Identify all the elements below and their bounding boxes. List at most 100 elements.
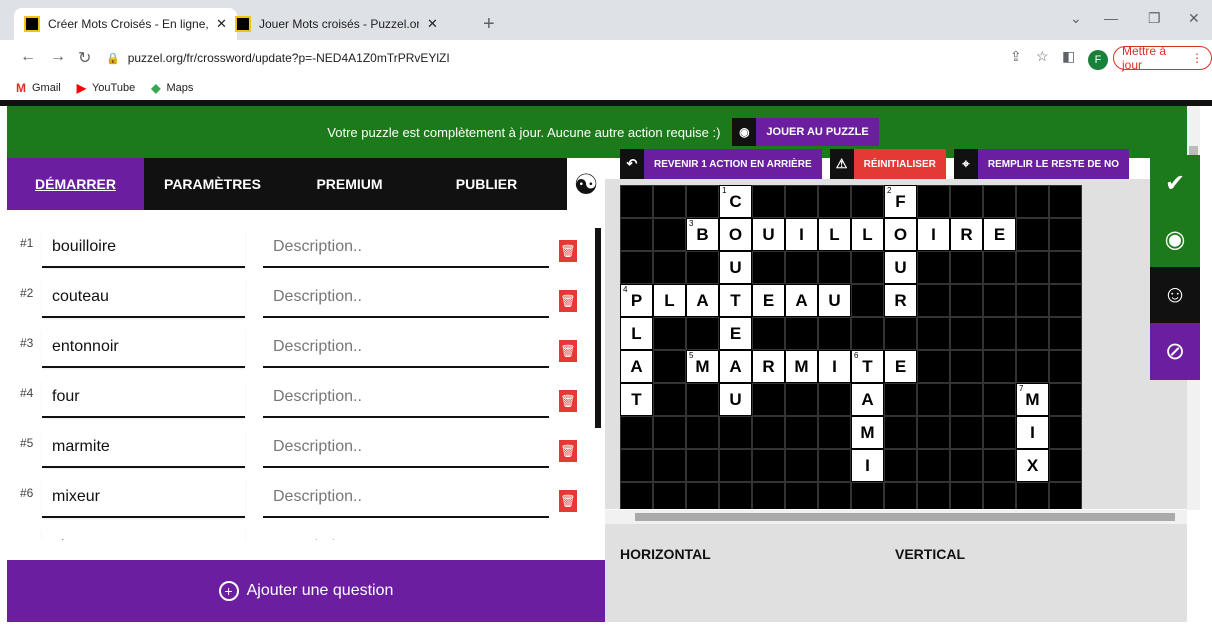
grid-cell-empty[interactable] <box>917 350 950 383</box>
grid-cell-empty[interactable] <box>818 251 851 284</box>
grid-cell-letter[interactable]: L <box>851 218 884 251</box>
grid-cell-empty[interactable] <box>884 383 917 416</box>
delete-icon[interactable]: 🗑 <box>559 240 577 262</box>
grid-cell-empty[interactable] <box>686 317 719 350</box>
grid-cell-letter[interactable]: M <box>785 350 818 383</box>
grid-cell-empty[interactable] <box>818 185 851 218</box>
grid-cell-letter[interactable]: E <box>983 218 1016 251</box>
grid-cell-empty[interactable] <box>950 284 983 317</box>
grid-cell-empty[interactable] <box>1049 317 1082 350</box>
share-icon[interactable]: ⇪ <box>1010 48 1022 65</box>
grid-cell-letter[interactable]: I <box>1016 416 1049 449</box>
grid-cell-empty[interactable] <box>1049 185 1082 218</box>
grid-cell-letter[interactable]: L <box>620 317 653 350</box>
grid-cell-empty[interactable] <box>785 383 818 416</box>
grid-cell-letter[interactable]: E <box>719 317 752 350</box>
grid-cell-empty[interactable] <box>818 383 851 416</box>
grid-cell-letter[interactable]: I <box>818 350 851 383</box>
add-question-button[interactable]: + Ajouter une question <box>7 560 605 622</box>
grid-cell-empty[interactable] <box>752 185 785 218</box>
grid-cell-empty[interactable] <box>752 317 785 350</box>
grid-cell-empty[interactable] <box>983 449 1016 482</box>
grid-cell-empty[interactable] <box>785 317 818 350</box>
grid-cell-letter[interactable]: M <box>851 416 884 449</box>
grid-cell-empty[interactable] <box>851 482 884 509</box>
grid-cell-letter[interactable]: A <box>719 350 752 383</box>
grid-cell-empty[interactable] <box>1049 350 1082 383</box>
grid-cell-empty[interactable] <box>620 416 653 449</box>
grid-cell-letter[interactable]: A <box>785 284 818 317</box>
grid-cell-empty[interactable] <box>1016 317 1049 350</box>
grid-cell-empty[interactable] <box>1016 482 1049 509</box>
grid-cell-letter[interactable]: U <box>752 218 785 251</box>
grid-cell-letter[interactable]: R <box>950 218 983 251</box>
grid-cell-empty[interactable] <box>818 317 851 350</box>
update-button[interactable]: Mettre à jour ⋮ <box>1113 44 1212 72</box>
grid-cell-letter[interactable]: B3 <box>686 218 719 251</box>
grid-cell-empty[interactable] <box>686 416 719 449</box>
grid-cell-letter[interactable]: F2 <box>884 185 917 218</box>
profile-avatar[interactable]: F <box>1088 50 1108 70</box>
word-input[interactable]: plat <box>42 530 245 540</box>
grid-cell-empty[interactable] <box>950 185 983 218</box>
grid-cell-empty[interactable] <box>950 482 983 509</box>
grid-cell-empty[interactable] <box>1049 218 1082 251</box>
tab-search-chevron-icon[interactable]: ⌄ <box>1070 10 1082 27</box>
grid-cell-empty[interactable] <box>620 218 653 251</box>
grid-cell-letter[interactable]: M5 <box>686 350 719 383</box>
grid-cell-empty[interactable] <box>686 449 719 482</box>
grid-cell-empty[interactable] <box>752 449 785 482</box>
grid-cell-empty[interactable] <box>620 185 653 218</box>
grid-cell-empty[interactable] <box>983 350 1016 383</box>
grid-cell-empty[interactable] <box>620 449 653 482</box>
delete-icon[interactable]: 🗑 <box>559 340 577 362</box>
grid-cell-letter[interactable]: I <box>785 218 818 251</box>
grid-cell-empty[interactable] <box>1049 482 1082 509</box>
grid-cell-empty[interactable] <box>1016 218 1049 251</box>
grid-cell-empty[interactable] <box>884 449 917 482</box>
grid-cell-empty[interactable] <box>884 317 917 350</box>
grid-cell-empty[interactable] <box>785 416 818 449</box>
bookmark-youtube[interactable]: ▶ YouTube <box>77 81 135 95</box>
grid-cell-empty[interactable] <box>653 317 686 350</box>
grid-cell-letter[interactable]: L <box>818 218 851 251</box>
grid-cell-empty[interactable] <box>653 185 686 218</box>
grid-cell-empty[interactable] <box>1049 416 1082 449</box>
forward-icon[interactable]: → <box>50 48 66 66</box>
grid-cell-empty[interactable] <box>950 383 983 416</box>
grid-cell-empty[interactable] <box>884 482 917 509</box>
description-input[interactable]: Description.. <box>263 530 549 540</box>
eye-slash-icon[interactable]: ⊘ <box>1150 323 1200 380</box>
grid-cell-empty[interactable] <box>1049 284 1082 317</box>
grid-cell-empty[interactable] <box>653 251 686 284</box>
grid-cell-letter[interactable]: P4 <box>620 284 653 317</box>
checkmark-icon[interactable]: ✔ <box>1150 155 1200 211</box>
grid-cell-empty[interactable] <box>884 416 917 449</box>
grid-cell-empty[interactable] <box>752 416 785 449</box>
side-panel-icon[interactable]: ◧ <box>1062 48 1075 65</box>
url-field[interactable]: 🔒 puzzel.org/fr/crossword/update?p=-NED4… <box>106 46 956 70</box>
grid-cell-empty[interactable] <box>818 416 851 449</box>
tab-settings[interactable]: PARAMÈTRES <box>144 158 281 210</box>
grid-cell-empty[interactable] <box>917 185 950 218</box>
reset-button[interactable]: ⚠ RÉINITIALISER <box>829 149 946 179</box>
grid-cell-empty[interactable] <box>1016 284 1049 317</box>
grid-cell-empty[interactable] <box>1016 350 1049 383</box>
grid-cell-letter[interactable]: A <box>620 350 653 383</box>
grid-cell-empty[interactable] <box>1049 251 1082 284</box>
play-puzzle-button[interactable]: ◉ JOUER AU PUZZLE <box>732 118 879 146</box>
grid-cell-empty[interactable] <box>1049 383 1082 416</box>
grid-cell-empty[interactable] <box>917 317 950 350</box>
grid-cell-empty[interactable] <box>983 185 1016 218</box>
grid-cell-empty[interactable] <box>686 251 719 284</box>
grid-cell-empty[interactable] <box>983 251 1016 284</box>
grid-cell-empty[interactable] <box>686 185 719 218</box>
grid-cell-empty[interactable] <box>752 482 785 509</box>
grid-cell-empty[interactable] <box>851 317 884 350</box>
grid-cell-empty[interactable] <box>950 251 983 284</box>
grid-cell-empty[interactable] <box>818 449 851 482</box>
grid-cell-empty[interactable] <box>686 482 719 509</box>
grid-cell-letter[interactable]: U <box>884 251 917 284</box>
grid-cell-empty[interactable] <box>653 383 686 416</box>
grid-cell-empty[interactable] <box>719 416 752 449</box>
